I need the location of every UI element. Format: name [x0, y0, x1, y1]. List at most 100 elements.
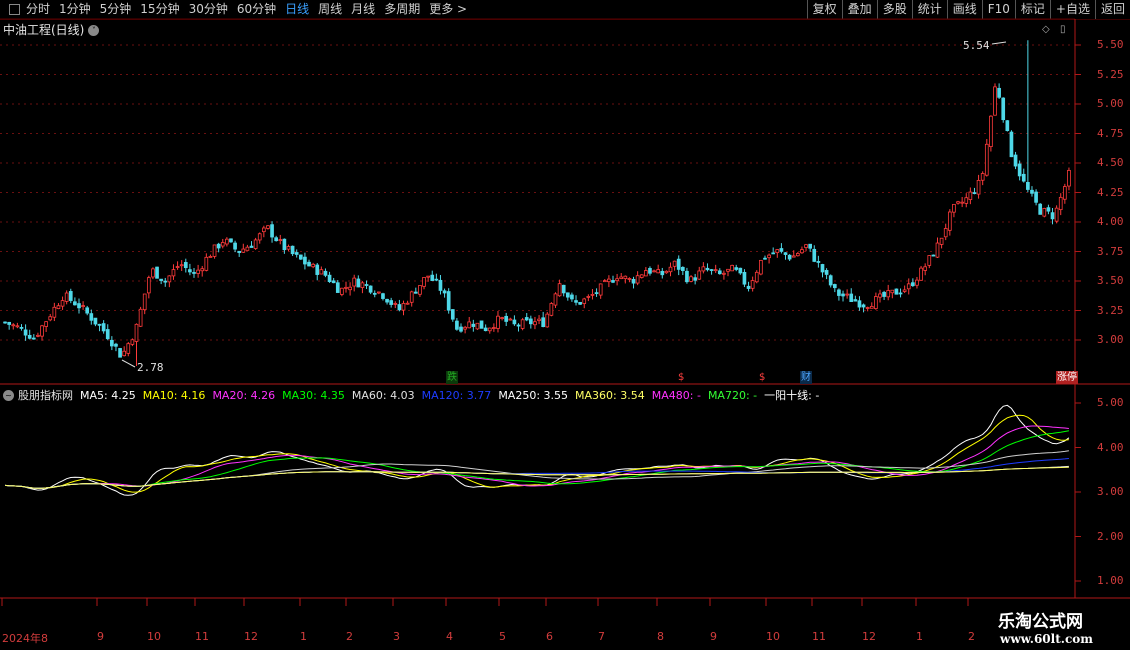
candle-body — [93, 317, 98, 325]
date-tick-label: 1 — [300, 630, 307, 643]
candle-body — [1026, 182, 1030, 190]
candle-body — [865, 307, 870, 309]
watermark-title: 乐淘公式网 — [998, 612, 1083, 632]
candle-body — [853, 299, 858, 302]
candle-body — [997, 87, 1001, 98]
candle-body — [298, 254, 303, 260]
date-tick-label: 12 — [862, 630, 876, 643]
indicator-tick-label: 5.00 — [1097, 396, 1124, 409]
candle-body — [487, 327, 492, 332]
candle-body — [315, 264, 320, 275]
candle-body — [500, 317, 504, 319]
price-tick-label: 3.25 — [1097, 303, 1124, 317]
event-marker[interactable]: $ — [677, 371, 685, 384]
candle-body — [898, 292, 903, 295]
candle-body — [590, 293, 595, 296]
candle-body — [368, 285, 373, 293]
candle-body — [927, 255, 932, 266]
candle-body — [800, 249, 804, 254]
candle-body — [717, 270, 722, 275]
candle-body — [344, 286, 348, 289]
ma30-line — [5, 430, 1069, 489]
indicator-menu-icon[interactable]: ~ — [3, 389, 14, 401]
kline-chart — [0, 18, 1130, 606]
candle-body — [319, 269, 324, 275]
candle-body — [60, 300, 65, 307]
candle-body — [943, 228, 948, 238]
candle-body — [549, 303, 554, 316]
candle-body — [598, 283, 603, 296]
candle-body — [730, 264, 734, 272]
date-tick-label: 3 — [393, 630, 400, 643]
candle-body — [438, 279, 443, 291]
candle-body — [3, 321, 7, 324]
event-marker[interactable]: 跌 — [446, 371, 458, 384]
candle-body — [512, 319, 517, 325]
candle-body — [763, 257, 767, 260]
date-tick-label: 7 — [598, 630, 605, 643]
candle-body — [874, 296, 878, 309]
candle-body — [105, 329, 110, 340]
candle-body — [635, 275, 640, 284]
candle-body — [360, 282, 365, 288]
event-marker[interactable]: $ — [758, 371, 766, 384]
candle-body — [685, 270, 689, 283]
candle-body — [130, 339, 135, 345]
date-tick-label: 11 — [195, 630, 209, 643]
candle-body — [602, 280, 607, 283]
candle-body — [812, 248, 817, 262]
candle-body — [508, 318, 513, 321]
date-tick-label: 9 — [97, 630, 104, 643]
candle-body — [578, 301, 582, 305]
candle-body — [533, 321, 537, 326]
candle-body — [791, 255, 796, 258]
candle-body — [1038, 203, 1043, 215]
date-tick-label: 8 — [657, 630, 664, 643]
candle-body — [832, 284, 837, 289]
candle-body — [52, 306, 57, 318]
indicator-name[interactable]: 股朋指标网 — [18, 387, 73, 403]
candle-body — [623, 275, 628, 280]
candle-body — [939, 237, 944, 245]
candle-body — [816, 261, 821, 263]
candle-body — [639, 274, 644, 278]
candle-body — [775, 249, 780, 254]
candle-body — [828, 275, 833, 286]
candle-body — [644, 270, 648, 277]
event-marker[interactable]: 涨停 — [1056, 371, 1078, 384]
candle-body — [972, 192, 977, 195]
candle-body — [430, 274, 435, 281]
price-tick-label: 5.00 — [1097, 97, 1124, 110]
candle-body — [631, 278, 636, 284]
high-pointer — [991, 41, 1007, 45]
candle-body — [114, 343, 118, 347]
candle-body — [23, 329, 28, 336]
candle-body — [220, 242, 225, 247]
candle-body — [163, 280, 168, 283]
candle-body — [36, 334, 40, 337]
candle-body — [204, 256, 209, 271]
candle-body — [504, 315, 509, 322]
candle-body — [73, 301, 77, 306]
candle-body — [19, 327, 24, 329]
candle-body — [450, 309, 455, 320]
candle-body — [767, 254, 771, 259]
low-pointer — [121, 359, 136, 368]
candle-body — [648, 268, 652, 274]
candle-body — [122, 350, 127, 357]
candle-body — [56, 305, 61, 310]
candle-body — [64, 292, 69, 302]
candle-body — [1021, 173, 1026, 182]
candle-body — [200, 268, 205, 272]
candle-body — [911, 282, 915, 287]
candle-body — [155, 266, 159, 279]
candle-body — [656, 269, 661, 274]
event-marker[interactable]: 财 — [800, 371, 812, 384]
indicator-value-6: MA250: 3.55 — [498, 388, 569, 402]
candle-body — [553, 293, 558, 306]
candle-body — [586, 296, 591, 298]
candle-body — [804, 244, 808, 248]
candle-body — [212, 244, 217, 257]
candle-body — [225, 238, 229, 245]
candle-body — [138, 308, 143, 327]
